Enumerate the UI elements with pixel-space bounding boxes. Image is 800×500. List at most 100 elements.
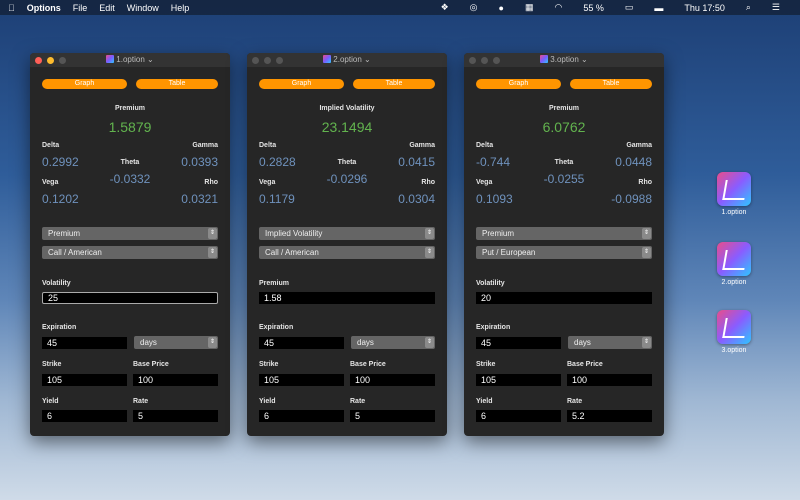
- expiration-unit-value: days: [357, 338, 374, 347]
- rate-field[interactable]: 5.2: [567, 410, 652, 422]
- gamma-label: Gamma: [409, 142, 435, 149]
- zoom-button[interactable]: [59, 57, 66, 64]
- rate-field[interactable]: 5: [350, 410, 435, 422]
- graph-button[interactable]: Graph: [42, 79, 127, 89]
- expiration-field[interactable]: 45: [42, 337, 127, 349]
- rate-label: Rate: [133, 398, 149, 405]
- output-select[interactable]: Implied Volatility ⇕: [259, 227, 435, 240]
- flag-icon[interactable]: ▬: [654, 3, 663, 13]
- option-type-select[interactable]: Put / European ⇕: [476, 246, 652, 259]
- search-icon[interactable]: ⌕: [746, 2, 751, 13]
- list-icon[interactable]: ☰: [772, 2, 780, 13]
- expiration-label: Expiration: [259, 324, 294, 331]
- minimize-button[interactable]: [481, 57, 488, 64]
- theta-label: Theta: [554, 159, 574, 166]
- window-title[interactable]: 2.option: [333, 55, 361, 64]
- option-type-select[interactable]: Call / American ⇕: [42, 246, 218, 259]
- close-button[interactable]: [469, 57, 476, 64]
- delta-label: Delta: [42, 142, 60, 149]
- output-select[interactable]: Premium ⇕: [476, 227, 652, 240]
- window-title[interactable]: 1.option: [116, 55, 144, 64]
- delta-label: Delta: [476, 142, 494, 149]
- option-type-value: Call / American: [48, 248, 102, 257]
- rho-value: 0.0321: [181, 192, 218, 206]
- menu-file[interactable]: File: [73, 3, 88, 13]
- table-button[interactable]: Table: [136, 79, 218, 89]
- strike-field[interactable]: 105: [42, 374, 127, 386]
- clock[interactable]: Thu 17:50: [684, 3, 725, 13]
- menu-window[interactable]: Window: [127, 3, 159, 13]
- battery-icon[interactable]: ▭: [625, 2, 634, 13]
- expiration-field[interactable]: 45: [259, 337, 344, 349]
- input-field[interactable]: 1.58: [259, 292, 435, 304]
- graph-button[interactable]: Graph: [476, 79, 561, 89]
- table-button[interactable]: Table: [570, 79, 652, 89]
- yield-field[interactable]: 6: [476, 410, 561, 422]
- telegram-icon[interactable]: ●: [499, 3, 504, 13]
- strike-field[interactable]: 105: [476, 374, 561, 386]
- desktop-file-icon[interactable]: 2.option: [716, 242, 752, 286]
- expiration-unit-select[interactable]: days ⇕: [134, 336, 218, 349]
- input-field[interactable]: 20: [476, 292, 652, 304]
- title-bar[interactable]: 3.option ⌄: [464, 53, 664, 67]
- zoom-button[interactable]: [493, 57, 500, 64]
- desktop-file-label: 3.option: [721, 347, 747, 354]
- title-bar[interactable]: 1.option ⌄: [30, 53, 230, 67]
- output-select-value: Premium: [48, 229, 81, 238]
- expiration-unit-select[interactable]: days ⇕: [351, 336, 435, 349]
- chevron-down-icon[interactable]: ⌄: [364, 55, 371, 64]
- menu-help[interactable]: Help: [171, 3, 190, 13]
- rate-label: Rate: [350, 398, 366, 405]
- vega-label: Vega: [259, 179, 276, 186]
- option-window: 3.option ⌄ Graph Table Premium 6.0762 De…: [464, 53, 664, 436]
- close-button[interactable]: [35, 57, 42, 64]
- expiration-field[interactable]: 45: [476, 337, 561, 349]
- menu-edit[interactable]: Edit: [99, 3, 115, 13]
- strike-label: Strike: [476, 361, 496, 368]
- base-price-field[interactable]: 100: [133, 374, 218, 386]
- yield-label: Yield: [476, 398, 493, 405]
- base-price-field[interactable]: 100: [350, 374, 435, 386]
- menu-app-name[interactable]: Options: [27, 3, 61, 13]
- minimize-button[interactable]: [264, 57, 271, 64]
- rate-field[interactable]: 5: [133, 410, 218, 422]
- minimize-button[interactable]: [47, 57, 54, 64]
- stepper-arrows-icon: ⇕: [208, 337, 217, 348]
- input-label: Premium: [259, 280, 289, 287]
- strike-field[interactable]: 105: [259, 374, 344, 386]
- strike-label: Strike: [259, 361, 279, 368]
- stepper-arrows-icon: ⇕: [642, 337, 651, 348]
- desktop-file-icon[interactable]: 1.option: [716, 172, 752, 216]
- strike-label: Strike: [42, 361, 62, 368]
- output-select[interactable]: Premium ⇕: [42, 227, 218, 240]
- desktop-file-icon[interactable]: 3.option: [716, 310, 752, 354]
- option-file-icon: [717, 242, 751, 276]
- option-type-select[interactable]: Call / American ⇕: [259, 246, 435, 259]
- battery-percent[interactable]: 55 %: [583, 3, 604, 13]
- stepper-arrows-icon: ⇕: [425, 228, 434, 239]
- theta-value: -0.0255: [543, 172, 585, 186]
- title-bar[interactable]: 2.option ⌄: [247, 53, 447, 67]
- zoom-button[interactable]: [276, 57, 283, 64]
- vega-label: Vega: [476, 179, 493, 186]
- wifi-icon[interactable]: ◠: [554, 2, 562, 13]
- expiration-unit-select[interactable]: days ⇕: [568, 336, 652, 349]
- theta-label: Theta: [120, 159, 140, 166]
- chevron-down-icon[interactable]: ⌄: [147, 55, 154, 64]
- rate-label: Rate: [567, 398, 583, 405]
- theta-label: Theta: [337, 159, 357, 166]
- sync-icon[interactable]: ◎: [470, 2, 478, 13]
- close-button[interactable]: [252, 57, 259, 64]
- dropbox-icon[interactable]: ❖: [441, 2, 449, 13]
- apple-icon[interactable]: : [8, 3, 15, 13]
- yield-field[interactable]: 6: [42, 410, 127, 422]
- window-title[interactable]: 3.option: [550, 55, 578, 64]
- keyboard-icon[interactable]: ▦: [525, 2, 534, 13]
- table-button[interactable]: Table: [353, 79, 435, 89]
- chevron-down-icon[interactable]: ⌄: [581, 55, 588, 64]
- graph-button[interactable]: Graph: [259, 79, 344, 89]
- yield-field[interactable]: 6: [259, 410, 344, 422]
- input-field[interactable]: 25: [42, 292, 218, 304]
- base-price-label: Base Price: [133, 361, 169, 368]
- base-price-field[interactable]: 100: [567, 374, 652, 386]
